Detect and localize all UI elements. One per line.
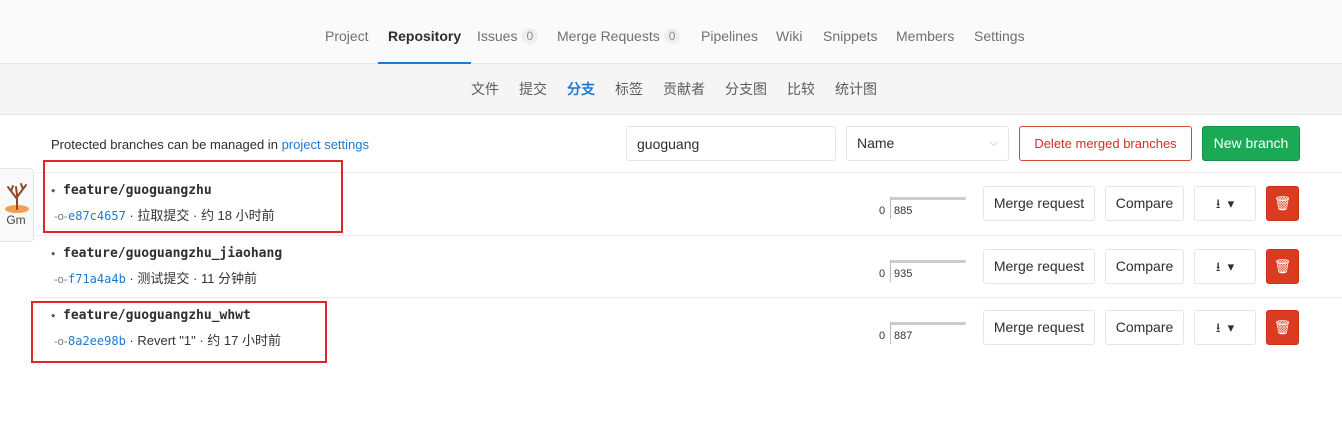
subnav-tags[interactable]: 标签 [615, 64, 643, 114]
nav-project[interactable]: Project [325, 0, 369, 64]
divergence-graph: 0 887 [878, 314, 968, 344]
ahead-count: 885 [894, 205, 913, 217]
merge-request-button[interactable]: Merge request [983, 310, 1095, 345]
annotation-highlight-box [43, 160, 343, 233]
divergence-bar [890, 322, 966, 325]
repository-subnav: 文件 提交 分支 标签 贡献者 分支图 比较 统计图 [0, 64, 1342, 115]
project-settings-link[interactable]: project settings [282, 137, 369, 152]
commit-time: 11 分钟前 [200, 271, 258, 286]
download-icon: ⭳ [1215, 320, 1221, 335]
trash-icon: 🗑 [1273, 195, 1292, 211]
new-branch-button[interactable]: New branch [1202, 126, 1300, 161]
caret-down-icon: ▾ [1227, 196, 1235, 211]
protected-branches-info: Protected branches can be managed in pro… [51, 137, 369, 152]
subnav-branches[interactable]: 分支 [567, 64, 595, 114]
branch-name-text: feature/guoguangzhu_jiaohang [63, 246, 283, 261]
nav-wiki[interactable]: Wiki [776, 0, 802, 64]
commit-message[interactable]: 测试提交 [137, 271, 189, 286]
behind-count: 0 [879, 268, 886, 280]
delete-branch-button[interactable]: 🗑 [1266, 186, 1299, 221]
caret-down-icon: ▾ [1227, 320, 1235, 335]
nav-repository[interactable]: Repository [378, 0, 472, 64]
compare-button[interactable]: Compare [1105, 186, 1184, 221]
merge-requests-count-badge: 0 [663, 28, 681, 44]
nav-issues-label: Issues [477, 28, 518, 44]
compare-button[interactable]: Compare [1105, 310, 1184, 345]
behind-count: 0 [879, 205, 886, 217]
nav-merge-requests-label: Merge Requests [557, 28, 660, 44]
delete-branch-button[interactable]: 🗑 [1266, 310, 1299, 345]
download-dropdown[interactable]: ⭳ ▾ [1194, 310, 1256, 345]
divergence-tick [890, 197, 891, 219]
commit-icon: -o- [54, 274, 68, 286]
nav-settings[interactable]: Settings [974, 0, 1025, 64]
divergence-tick [890, 322, 891, 344]
commit-info: -o-f71a4a4b · 测试提交 · 11 分钟前 [54, 271, 258, 286]
sort-value: Name [857, 135, 895, 151]
download-dropdown[interactable]: ⭳ ▾ [1194, 249, 1256, 284]
divergence-bar [890, 260, 966, 263]
trash-icon: 🗑 [1273, 319, 1292, 335]
issues-count-badge: 0 [521, 28, 539, 44]
branch-search-input[interactable] [626, 126, 836, 161]
branch-row: ⬩ feature/guoguangzhu_jiaohang -o-f71a4a4… [0, 236, 1342, 298]
nav-merge-requests[interactable]: Merge Requests 0 [557, 0, 681, 64]
annotation-highlight-box [31, 301, 327, 363]
divergence-graph: 0 885 [878, 189, 968, 219]
download-icon: ⭳ [1215, 259, 1221, 274]
subnav-graph[interactable]: 分支图 [725, 64, 767, 114]
download-dropdown[interactable]: ⭳ ▾ [1194, 186, 1256, 221]
nav-snippets[interactable]: Snippets [823, 0, 877, 64]
trash-icon: 🗑 [1273, 258, 1292, 274]
nav-members[interactable]: Members [896, 0, 954, 64]
divergence-bar [890, 197, 966, 200]
sort-dropdown[interactable]: Name ⌵ [846, 126, 1009, 161]
divergence-graph: 0 935 [878, 252, 968, 282]
nav-pipelines[interactable]: Pipelines [701, 0, 758, 64]
chevron-down-icon: ⌵ [989, 137, 998, 149]
merge-request-button[interactable]: Merge request [983, 249, 1095, 284]
delete-merged-branches-button[interactable]: Delete merged branches [1019, 126, 1192, 161]
subnav-files[interactable]: 文件 [471, 64, 499, 114]
behind-count: 0 [879, 330, 886, 342]
caret-down-icon: ▾ [1227, 259, 1235, 274]
divergence-tick [890, 260, 891, 282]
subnav-commits[interactable]: 提交 [519, 64, 547, 114]
merge-request-button[interactable]: Merge request [983, 186, 1095, 221]
compare-button[interactable]: Compare [1105, 249, 1184, 284]
delete-branch-button[interactable]: 🗑 [1266, 249, 1299, 284]
commit-sha-link[interactable]: f71a4a4b [68, 272, 126, 286]
nav-issues[interactable]: Issues 0 [477, 0, 539, 64]
subnav-charts[interactable]: 统计图 [835, 64, 877, 114]
subnav-compare[interactable]: 比较 [787, 64, 815, 114]
ahead-count: 887 [894, 330, 913, 342]
branch-name[interactable]: ⬩ feature/guoguangzhu_jiaohang [51, 246, 282, 261]
branch-icon: ⬩ [51, 246, 56, 260]
subnav-contributors[interactable]: 贡献者 [663, 64, 705, 114]
ahead-count: 935 [894, 268, 913, 280]
project-nav: Project Repository Issues 0 Merge Request… [0, 0, 1342, 64]
info-text: Protected branches can be managed in [51, 137, 278, 152]
download-icon: ⭳ [1215, 196, 1221, 211]
